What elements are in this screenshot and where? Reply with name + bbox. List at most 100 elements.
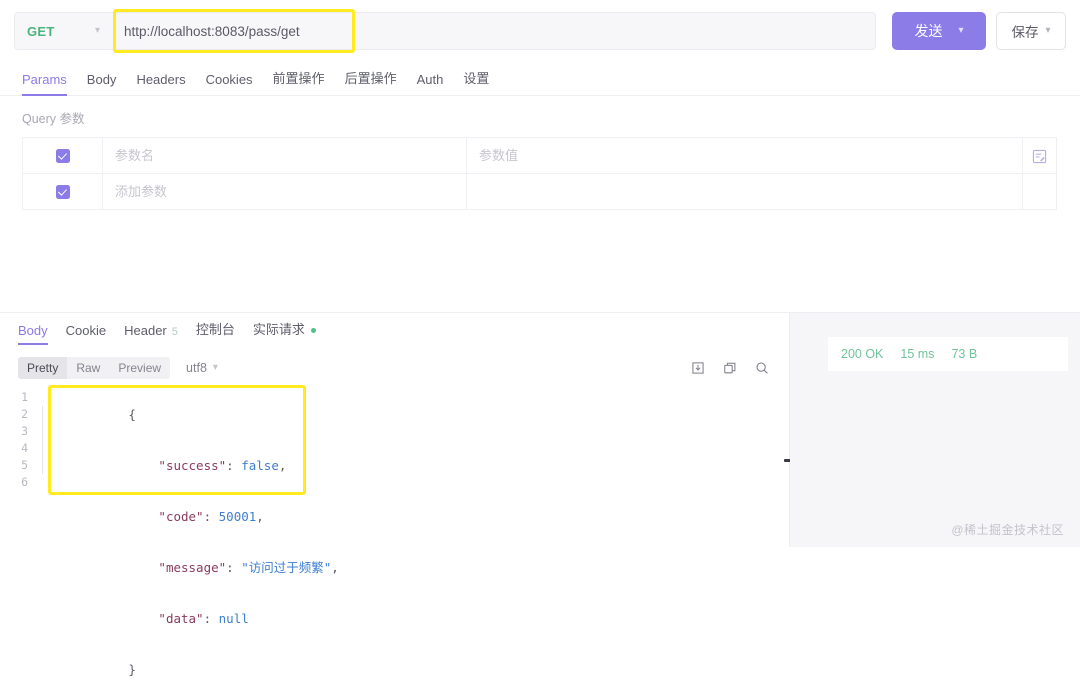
watermark: @稀土掘金技术社区 (951, 523, 1064, 537)
save-button-label: 保存 (1011, 25, 1039, 40)
copy-icon[interactable] (723, 361, 737, 375)
line-number: 4 (21, 441, 28, 455)
query-params-table (22, 137, 1057, 210)
token: null (218, 611, 249, 626)
row-checkbox[interactable] (55, 149, 70, 164)
response-tab-actual-request[interactable]: 实际请求 (253, 319, 316, 345)
code-line: } (38, 644, 339, 695)
row-action-cell (1022, 173, 1057, 210)
response-tab-label: Body (18, 323, 48, 338)
row-value-cell[interactable] (466, 137, 1023, 174)
tab-params[interactable]: Params (22, 72, 67, 96)
response-status-panel: 200 OK 15 ms 73 B (790, 313, 1080, 547)
request-bar: GET ▾ 发送 ▾ 保存 ▾ (0, 0, 1080, 62)
format-mode-group: Pretty Raw Preview (18, 357, 171, 379)
param-name-input[interactable] (103, 138, 466, 173)
query-params-section: Query 参数 (0, 96, 1080, 210)
url-field-wrapper[interactable] (110, 9, 876, 53)
row-enable-cell (22, 173, 103, 210)
token: "success" (158, 458, 227, 473)
response-body-panel: Body Cookie Header 5 控制台 实际请求 Pretty Raw… (0, 313, 798, 677)
table-row (22, 137, 1057, 174)
token: : (226, 560, 242, 575)
token: { (128, 407, 136, 422)
line-number: 1 (21, 390, 28, 404)
param-value-input[interactable] (467, 138, 1022, 173)
response-tab-label: 实际请求 (252, 322, 305, 337)
encoding-selector[interactable]: utf8 ▾ (186, 361, 218, 375)
token: , (331, 560, 339, 575)
response-tab-body[interactable]: Body (18, 323, 48, 345)
row-key-cell[interactable] (102, 137, 467, 174)
add-param-input[interactable] (103, 174, 466, 209)
batch-edit-icon[interactable] (1032, 149, 1047, 164)
format-preview-button[interactable]: Preview (109, 357, 170, 379)
code-line: "message": "访问过于频繁", (38, 542, 339, 593)
response-tab-label: Cookie (65, 323, 107, 338)
url-input[interactable] (110, 13, 875, 49)
format-toolbar: Pretty Raw Preview utf8 ▾ (0, 353, 789, 383)
tab-post-operation[interactable]: 后置操作 (345, 68, 397, 95)
chevron-down-icon: ▾ (958, 25, 964, 36)
send-button[interactable]: 发送 ▾ (892, 12, 986, 50)
token: , (278, 458, 287, 473)
save-button[interactable]: 保存 ▾ (996, 12, 1066, 50)
code-line: "data": null (38, 593, 339, 644)
status-code: 200 OK (841, 347, 884, 361)
tab-pre-operation[interactable]: 前置操作 (273, 68, 325, 95)
tab-settings[interactable]: 设置 (463, 68, 489, 95)
token: "data" (158, 611, 204, 626)
status-bar: 200 OK 15 ms 73 B (828, 337, 1068, 371)
response-panel: Body Cookie Header 5 控制台 实际请求 Pretty Raw… (0, 312, 1080, 677)
query-params-title: Query 参数 (22, 112, 85, 126)
line-number: 2 (21, 407, 28, 421)
format-raw-button[interactable]: Raw (67, 357, 109, 379)
token: 50001 (218, 509, 257, 524)
param-value-input[interactable] (467, 174, 1022, 209)
row-key-cell[interactable] (102, 173, 467, 210)
indent-guide (42, 406, 43, 474)
http-method-selector[interactable]: GET ▾ (14, 12, 110, 50)
tab-body[interactable]: Body (87, 72, 117, 95)
send-button-label: 发送 (914, 23, 943, 39)
token: : (226, 458, 242, 473)
format-pretty-button[interactable]: Pretty (18, 357, 68, 379)
chevron-down-icon: ▾ (212, 362, 218, 373)
header-count-badge: 5 (171, 326, 178, 338)
table-row (22, 173, 1057, 210)
chevron-down-icon: ▾ (1045, 25, 1051, 36)
token: false (241, 458, 279, 473)
row-value-cell[interactable] (466, 173, 1023, 210)
download-icon[interactable] (691, 361, 705, 375)
row-checkbox[interactable] (55, 185, 70, 200)
line-number: 5 (21, 458, 28, 472)
token: : (203, 611, 219, 626)
response-tabs: Body Cookie Header 5 控制台 实际请求 (0, 313, 789, 345)
token: : (203, 509, 219, 524)
tab-cookies[interactable]: Cookies (206, 72, 253, 95)
line-number: 6 (21, 475, 28, 489)
code-content: { "success": false, "code": 50001, "mess… (38, 389, 339, 695)
code-line: "code": 50001, (38, 491, 339, 542)
format-actions (691, 361, 771, 375)
row-action-cell (1022, 137, 1057, 174)
response-tab-label: 控制台 (195, 322, 235, 337)
row-enable-cell (22, 137, 103, 174)
status-size: 73 B (951, 347, 978, 361)
response-tab-console[interactable]: 控制台 (196, 319, 235, 345)
tab-auth[interactable]: Auth (417, 72, 444, 95)
code-line: { (38, 389, 339, 440)
line-number: 3 (21, 424, 28, 438)
response-tab-header[interactable]: Header 5 (124, 323, 178, 345)
search-icon[interactable] (755, 361, 769, 375)
code-line: "success": false, (38, 440, 339, 491)
response-tab-cookie[interactable]: Cookie (66, 323, 106, 345)
response-tab-label: Header (124, 323, 167, 338)
chevron-down-icon: ▾ (94, 25, 100, 36)
encoding-label: utf8 (186, 361, 207, 375)
http-method-label: GET (27, 23, 55, 39)
token: "code" (158, 509, 204, 524)
token: "message" (158, 560, 227, 575)
tab-headers[interactable]: Headers (136, 72, 185, 95)
json-code-viewer[interactable]: 1 2 3 4 5 6 { "success": false, "code": … (0, 385, 789, 695)
